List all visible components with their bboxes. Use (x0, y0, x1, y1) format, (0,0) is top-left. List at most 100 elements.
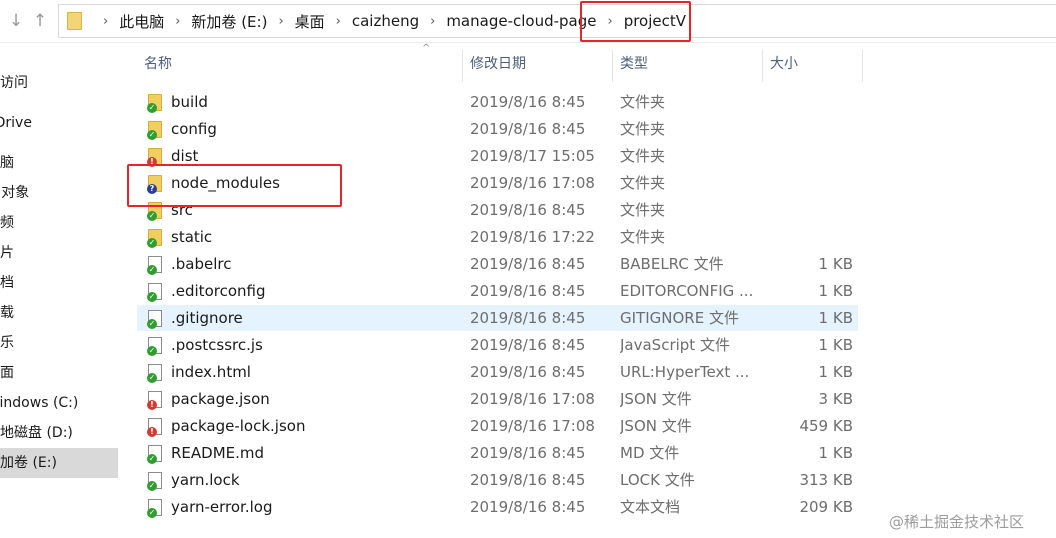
file-size: 1 KB (818, 444, 853, 462)
chevron-right-icon[interactable]: › (175, 14, 180, 29)
sidebar-item-this-pc[interactable]: 电脑 (0, 148, 118, 178)
folder-icon (67, 12, 82, 30)
breadcrumb-item[interactable]: 此电脑 (117, 11, 166, 32)
sidebar-item-network[interactable]: 络 (0, 488, 118, 518)
chevron-right-icon[interactable]: › (278, 14, 283, 29)
status-ok-icon: ✓ (147, 373, 157, 383)
column-header-date[interactable]: 修改日期 (470, 44, 610, 82)
chevron-right-icon[interactable]: › (103, 14, 108, 29)
status-ok-icon: ✓ (147, 319, 157, 329)
file-size: 209 KB (799, 498, 853, 516)
file-type: 文件夹 (620, 147, 666, 165)
file-row[interactable]: ✓ .postcssrc.js 2019/8/16 8:45 JavaScript 文… (137, 332, 858, 358)
status-ok-icon: ✓ (147, 130, 157, 140)
file-row[interactable]: ✓ index.html 2019/8/16 8:45 URL:HyperText .… (137, 359, 858, 385)
file-type: JSON 文件 (620, 417, 692, 435)
file-date: 2019/8/16 8:45 (470, 309, 586, 327)
breadcrumb-item[interactable]: 桌面 (293, 11, 327, 32)
file-size: 313 KB (799, 471, 853, 489)
breadcrumb-item[interactable]: caizheng (350, 12, 421, 30)
address-bar-area: ↓ ↑ › 此电脑 › 新加卷 (E:) › 桌面 › caizheng › m… (0, 0, 1056, 43)
file-name: config (171, 120, 217, 138)
file-icon: ✓ (147, 364, 162, 383)
column-divider[interactable] (862, 50, 863, 82)
folder-icon: ! (147, 148, 162, 167)
file-row[interactable]: ✓ .babelrc 2019/8/16 8:45 BABELRC 文件 1 KB (137, 251, 858, 277)
file-icon: ✓ (147, 283, 162, 302)
chevron-right-icon[interactable]: › (336, 14, 341, 29)
file-row[interactable]: ✓ .gitignore 2019/8/16 8:45 GITIGNORE 文件 1 K… (137, 305, 858, 331)
file-type: JSON 文件 (620, 390, 692, 408)
column-divider[interactable] (762, 50, 763, 82)
file-name: index.html (171, 363, 251, 381)
file-name: .babelrc (171, 255, 232, 273)
sidebar-item-downloads[interactable]: 下载 (0, 298, 118, 328)
sidebar-item-desktop[interactable]: 桌面 (0, 358, 118, 388)
up-arrow-icon[interactable]: ↑ (30, 11, 50, 31)
file-name: yarn.lock (171, 471, 240, 489)
file-date: 2019/8/16 17:08 (470, 417, 595, 435)
file-row[interactable]: ✓ yarn-error.log 2019/8/16 8:45 文本文档 209 KB (137, 494, 858, 520)
file-type: 文件夹 (620, 201, 666, 219)
file-name: .editorconfig (171, 282, 266, 300)
file-date: 2019/8/16 8:45 (470, 336, 586, 354)
file-type: LOCK 文件 (620, 471, 695, 489)
breadcrumb-item[interactable]: 新加卷 (E:) (189, 11, 269, 32)
folder-row[interactable]: ✓ build 2019/8/16 8:45 文件夹 (137, 89, 858, 115)
chevron-right-icon[interactable]: › (430, 14, 435, 29)
file-row[interactable]: ✓ .editorconfig 2019/8/16 8:45 EDITORCONFIG… (137, 278, 858, 304)
column-header-type[interactable]: 类型 (620, 44, 760, 82)
file-size: 459 KB (799, 417, 853, 435)
back-arrow-icon[interactable]: ↓ (6, 11, 26, 31)
folder-row[interactable]: ✓ config 2019/8/16 8:45 文件夹 (137, 116, 858, 142)
file-date: 2019/8/17 15:05 (470, 147, 595, 165)
status-ok-icon: ✓ (147, 454, 157, 464)
file-type: EDITORCONFIG ... (620, 282, 754, 300)
navigation-pane: 速访问 eDrive 电脑 D 对象 视频 图片 文档 下载 音乐 桌面 Win… (0, 44, 118, 538)
breadcrumb-item[interactable]: manage-cloud-page (444, 12, 598, 30)
column-header-size[interactable]: 大小 (770, 44, 860, 82)
file-date: 2019/8/16 8:45 (470, 444, 586, 462)
folder-row[interactable]: ✓ static 2019/8/16 17:22 文件夹 (137, 224, 858, 250)
sidebar-item-music[interactable]: 音乐 (0, 328, 118, 358)
file-row[interactable]: ✓ yarn.lock 2019/8/16 8:45 LOCK 文件 313 KB (137, 467, 858, 493)
file-date: 2019/8/16 8:45 (470, 201, 586, 219)
status-modified-icon: ! (147, 400, 157, 410)
sidebar-item-drive-d[interactable]: 本地磁盘 (D:) (0, 418, 118, 448)
sidebar-item-videos[interactable]: 视频 (0, 208, 118, 238)
file-date: 2019/8/16 8:45 (470, 498, 586, 516)
file-icon: ✓ (147, 337, 162, 356)
column-header-name[interactable]: 名称 (144, 44, 464, 82)
file-name: build (171, 93, 208, 111)
file-type: URL:HyperText ... (620, 363, 750, 381)
status-ok-icon: ✓ (147, 211, 157, 221)
sidebar-item-pictures[interactable]: 图片 (0, 238, 118, 268)
address-bar[interactable]: › 此电脑 › 新加卷 (E:) › 桌面 › caizheng › manag… (58, 4, 1056, 38)
status-ok-icon: ✓ (147, 346, 157, 356)
status-ok-icon: ✓ (147, 481, 157, 491)
file-icon: ✓ (147, 445, 162, 464)
file-date: 2019/8/16 17:08 (470, 174, 595, 192)
file-icon: ! (147, 391, 162, 410)
file-row[interactable]: ✓ README.md 2019/8/16 8:45 MD 文件 1 KB (137, 440, 858, 466)
sidebar-item-onedrive[interactable]: eDrive (0, 108, 118, 138)
column-divider[interactable] (462, 50, 463, 82)
file-date: 2019/8/16 17:08 (470, 390, 595, 408)
sidebar-item-3d-objects[interactable]: D 对象 (0, 178, 118, 208)
file-name: static (171, 228, 213, 246)
column-divider[interactable] (612, 50, 613, 82)
sidebar-item-drive-e[interactable]: 新加卷 (E:) (0, 448, 118, 478)
file-type: 文件夹 (620, 174, 666, 192)
folder-icon: ✓ (147, 229, 162, 248)
sidebar-item-drive-c[interactable]: Windows (C:) (0, 388, 118, 418)
folder-icon: ✓ (147, 121, 162, 140)
file-type: 文件夹 (620, 120, 666, 138)
file-row[interactable]: ! package-lock.json 2019/8/16 17:08 JSON 文件… (137, 413, 858, 439)
status-ok-icon: ✓ (147, 103, 157, 113)
file-row[interactable]: ! package.json 2019/8/16 17:08 JSON 文件 3 KB (137, 386, 858, 412)
highlight-box-node-modules (127, 164, 342, 207)
file-date: 2019/8/16 8:45 (470, 471, 586, 489)
file-name: README.md (171, 444, 265, 462)
sidebar-item-documents[interactable]: 文档 (0, 268, 118, 298)
sidebar-item-quick-access[interactable]: 速访问 (0, 68, 118, 98)
